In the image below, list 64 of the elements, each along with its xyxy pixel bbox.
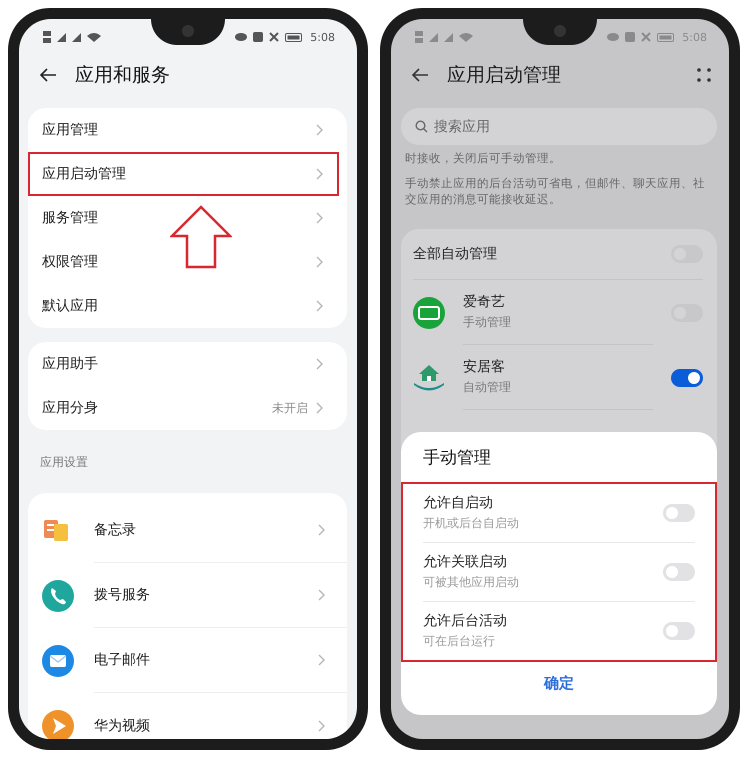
- list-item[interactable]: 应用管理: [28, 108, 339, 152]
- wifi-icon: [87, 32, 101, 42]
- chevron-icon: [318, 654, 325, 666]
- page-title: 应用和服务: [75, 63, 171, 88]
- envelope-icon: [42, 644, 74, 676]
- list-item[interactable]: 权限管理: [28, 240, 339, 284]
- app-name: 爱奇艺: [463, 293, 506, 311]
- app-mode: 自动管理: [463, 379, 512, 396]
- chevron-icon: [316, 300, 323, 312]
- chevron-icon: [316, 212, 323, 224]
- search-field[interactable]: 搜索应用: [401, 108, 717, 145]
- back-icon[interactable]: [39, 68, 57, 82]
- list-item[interactable]: 服务管理: [28, 196, 339, 240]
- status-time: 5:08: [682, 30, 707, 44]
- list-item[interactable]: 电子邮件: [28, 628, 347, 693]
- status-time: 5:08: [310, 30, 335, 44]
- chevron-icon: [316, 256, 323, 268]
- list-item[interactable]: 默认应用: [28, 284, 339, 328]
- chevron-icon: [318, 524, 325, 536]
- list-item[interactable]: 应用启动管理: [28, 152, 339, 196]
- toggle-switch[interactable]: [671, 368, 703, 386]
- list-item[interactable]: 拨号服务: [28, 563, 347, 628]
- battery-icon: [285, 32, 302, 42]
- option-label: 允许关联启动: [423, 553, 508, 571]
- option-description: 开机或后台自启动: [423, 515, 520, 532]
- chevron-icon: [316, 168, 323, 180]
- chevron-icon: [318, 589, 325, 601]
- dialog-title: 手动管理: [422, 447, 492, 468]
- list-item[interactable]: 备忘录: [28, 498, 347, 563]
- page-title: 应用启动管理: [447, 63, 562, 88]
- chevron-icon: [316, 402, 323, 414]
- battery-icon: [657, 32, 674, 42]
- wifi-icon: [459, 32, 473, 42]
- setting-label: 全部自动管理: [413, 245, 498, 263]
- phone-icon: [42, 580, 74, 612]
- chevron-icon: [318, 720, 325, 732]
- app-mode: 手动管理: [463, 314, 512, 331]
- description-text: 时接收，关闭后可手动管理。: [404, 150, 562, 166]
- sim-icon: [43, 30, 51, 44]
- search-icon: [415, 120, 428, 133]
- status-value: 未开启: [272, 400, 308, 416]
- video-app-icon: [413, 296, 445, 328]
- list-item[interactable]: 应用分身 未开启: [28, 386, 339, 430]
- chevron-icon: [316, 358, 323, 370]
- toggle-switch[interactable]: [663, 563, 695, 581]
- list-item[interactable]: 应用助手: [28, 342, 339, 386]
- chevron-icon: [316, 124, 323, 136]
- sim-icon: [415, 30, 423, 44]
- back-icon[interactable]: [411, 68, 429, 82]
- toggle-switch[interactable]: [663, 622, 695, 640]
- more-icon[interactable]: [697, 68, 711, 82]
- toggle-switch[interactable]: [663, 504, 695, 522]
- option-label: 允许后台活动: [423, 612, 508, 630]
- option-label: 允许自启动: [423, 494, 494, 512]
- mute-icon: [641, 32, 652, 42]
- confirm-button[interactable]: 确定: [534, 670, 584, 697]
- up-arrow: [170, 205, 232, 269]
- section-label: 应用设置: [39, 454, 89, 471]
- app-name: 安居客: [463, 358, 506, 376]
- option-description: 可被其他应用启动: [423, 574, 520, 591]
- option-description: 可在后台运行: [423, 633, 496, 650]
- list-item[interactable]: 华为视频: [28, 693, 347, 739]
- mute-icon: [269, 32, 280, 42]
- description-text: 手动禁止应用的后台活动可省电，但邮件、聊天应用、社交应用的消息可能接收延迟。: [404, 175, 706, 207]
